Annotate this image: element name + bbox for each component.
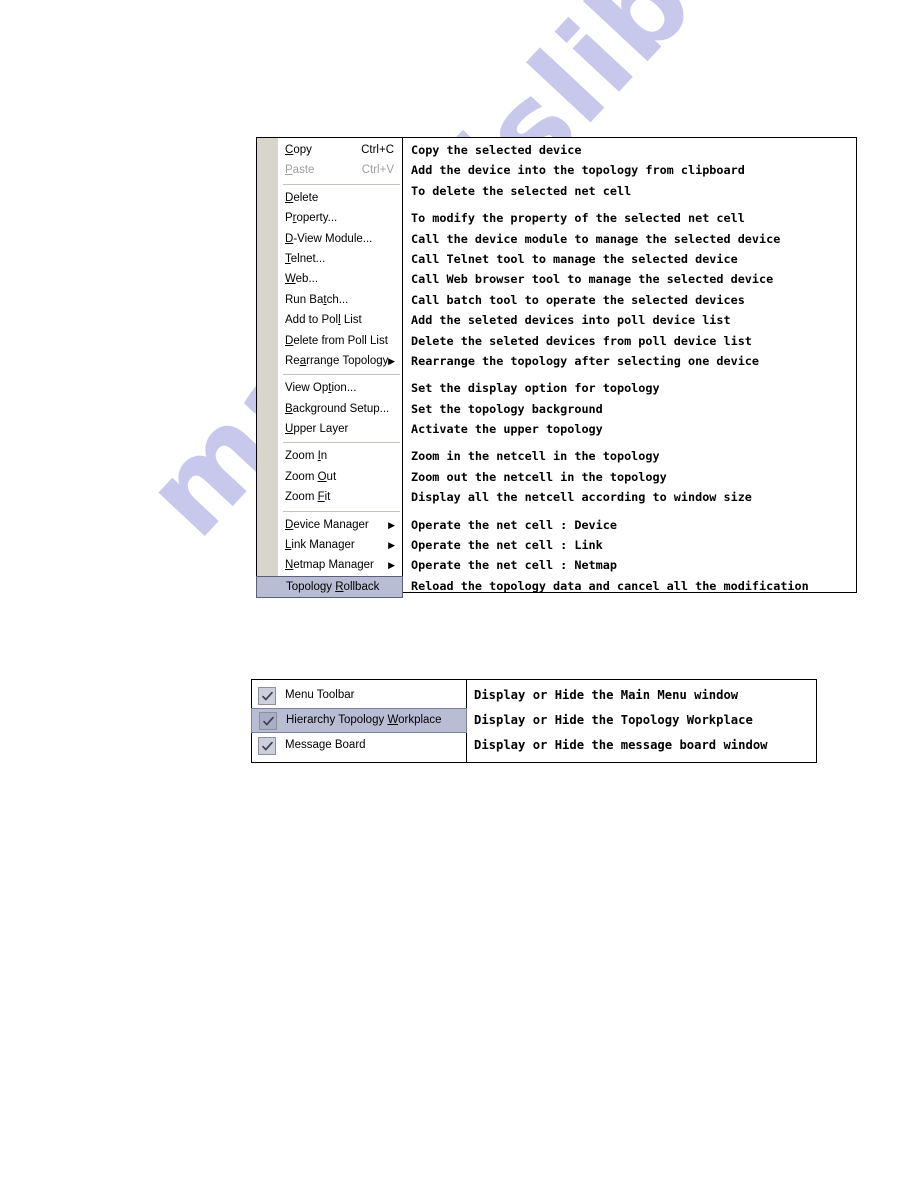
menu-separator <box>257 508 402 515</box>
menu-item-property[interactable]: Property... <box>257 208 402 228</box>
menu-item-description: Display all the netcell according to win… <box>411 490 752 505</box>
view-toggle-label: Hierarchy Topology Workplace <box>286 713 442 726</box>
menu-item-description: Rearrange the topology after selecting o… <box>411 353 760 368</box>
menu-item-netmap-manager[interactable]: Netmap Manager ▶ <box>257 555 402 575</box>
menu-separator <box>257 439 402 446</box>
menu-item-zoom-out[interactable]: Zoom Out <box>257 467 402 487</box>
menu-item-paste: Paste Ctrl+V <box>257 160 402 180</box>
menu-item-d-view-module[interactable]: D-View Module... <box>257 229 402 249</box>
menu-item-description: Call Telnet tool to manage the selected … <box>411 251 738 266</box>
menu-item-description: Zoom out the netcell in the topology <box>411 469 667 484</box>
view-toggle-menu-toolbar[interactable]: Menu Toolbar <box>252 683 466 708</box>
menu-item-description: Operate the net cell : Link <box>411 538 603 553</box>
menu-item-delete[interactable]: Delete <box>257 188 402 208</box>
menu-item-description: Activate the upper topology <box>411 422 603 437</box>
submenu-arrow-icon: ▶ <box>388 560 395 571</box>
menu-item-zoom-fit[interactable]: Zoom Fit <box>257 487 402 507</box>
menu-item-telnet[interactable]: Telnet... <box>257 249 402 269</box>
menu-item-description: Set the topology background <box>411 401 603 416</box>
menu-item-background-setup[interactable]: Background Setup... <box>257 399 402 419</box>
menu-item-label: Device Manager <box>285 518 369 531</box>
view-toggle-description: Display or Hide the message board window <box>474 738 768 752</box>
menu-item-description: Reload the topology data and cancel all … <box>411 578 809 592</box>
menu-item-label: Link Manager <box>285 539 355 552</box>
menu-item-description: Add the seleted devices into poll device… <box>411 313 731 328</box>
menu-item-label: Zoom Out <box>285 470 337 483</box>
menu-item-label: View Option... <box>285 382 357 395</box>
description-gap <box>403 371 856 378</box>
menu-item-topology-rollback[interactable]: Topology Rollback <box>256 575 403 598</box>
checkmark-icon[interactable] <box>259 711 277 730</box>
menu-item-label: D-View Module... <box>285 232 373 245</box>
menu-item-rearrange-topology[interactable]: Rearrange Topology ▶ <box>257 351 402 371</box>
menu-item-description: Call batch tool to operate the selected … <box>411 292 745 307</box>
menu-item-description: Set the display option for topology <box>411 381 660 396</box>
submenu-arrow-icon: ▶ <box>388 519 395 530</box>
menu-item-zoom-in[interactable]: Zoom In <box>257 446 402 466</box>
menu-item-description: Copy the selected device <box>411 143 582 157</box>
menu-item-device-manager[interactable]: Device Manager ▶ <box>257 515 402 535</box>
menu-item-link-manager[interactable]: Link Manager ▶ <box>257 535 402 555</box>
menu-separator <box>257 181 402 188</box>
menu-item-description: Add the device into the topology from cl… <box>411 163 745 178</box>
menu-item-label: Zoom Fit <box>285 491 331 504</box>
view-toggle-hierarchy-topology-workplace[interactable]: Hierarchy Topology Workplace <box>251 708 467 733</box>
menu-item-add-to-poll-list[interactable]: Add to Poll List <box>257 310 402 330</box>
menu-item-description: Call the device module to manage the sel… <box>411 231 781 246</box>
menu-item-label: Zoom In <box>285 450 328 463</box>
context-menu-column: Copy Ctrl+C Paste Ctrl+V Delete Property... D-… <box>256 138 403 598</box>
menu-item-label: Telnet... <box>285 252 326 265</box>
menu-item-description: Call Web browser tool to manage the sele… <box>411 272 774 287</box>
menu-item-web[interactable]: Web... <box>257 269 402 289</box>
view-toggle-message-board[interactable]: Message Board <box>252 733 466 758</box>
menu-item-label: Background Setup... <box>285 402 390 415</box>
menu-item-description: To delete the selected net cell <box>411 183 632 198</box>
view-menu-description-column: Display or Hide the Main Menu window Disp… <box>467 680 816 762</box>
context-menu-list: Copy Ctrl+C Paste Ctrl+V Delete Property... D-… <box>256 138 403 598</box>
menu-item-label: Web... <box>285 273 319 286</box>
menu-item-description: Operate the net cell : Device <box>411 517 617 532</box>
submenu-arrow-icon: ▶ <box>388 355 395 366</box>
menu-item-label: Property... <box>285 212 338 225</box>
view-menu-panel: Menu Toolbar Hierarchy Topology Workplace… <box>251 679 817 763</box>
view-toggle-description: Display or Hide the Topology Workplace <box>474 713 753 727</box>
menu-item-label: Run Batch... <box>285 293 349 306</box>
menu-item-upper-layer[interactable]: Upper Layer <box>257 419 402 439</box>
menu-item-delete-from-poll-list[interactable]: Delete from Poll List <box>257 331 402 351</box>
context-menu-description-column: Copy the selected device Add the device i… <box>403 138 856 592</box>
menu-item-label: Paste <box>285 164 315 177</box>
menu-item-run-batch[interactable]: Run Batch... <box>257 290 402 310</box>
context-menu-panel: Copy Ctrl+C Paste Ctrl+V Delete Property... D-… <box>256 137 857 598</box>
menu-item-view-option[interactable]: View Option... <box>257 378 402 398</box>
checkmark-icon[interactable] <box>258 736 276 755</box>
menu-item-copy[interactable]: Copy Ctrl+C <box>257 140 402 160</box>
menu-item-label: Add to Poll List <box>285 314 362 327</box>
menu-item-description: Delete the seleted devices from poll dev… <box>411 333 752 348</box>
menu-item-label: Copy <box>285 144 312 156</box>
description-gap <box>403 439 856 446</box>
menu-item-shortcut: Ctrl+C <box>361 144 394 156</box>
menu-item-label: Rearrange Topology <box>285 354 389 367</box>
checkmark-icon[interactable] <box>258 686 276 705</box>
menu-item-label: Topology Rollback <box>286 580 380 593</box>
menu-item-shortcut: Ctrl+V <box>361 164 394 177</box>
description-gap <box>403 508 856 515</box>
submenu-arrow-icon: ▶ <box>388 540 395 551</box>
menu-item-label: Delete <box>285 191 319 204</box>
menu-item-description: To modify the property of the selected n… <box>411 211 745 226</box>
menu-item-description: Zoom in the netcell in the topology <box>411 449 660 464</box>
description-gap <box>403 201 856 208</box>
view-toggle-label: Menu Toolbar <box>285 688 355 701</box>
menu-item-label: Delete from Poll List <box>285 334 388 347</box>
menu-item-description: Operate the net cell : Netmap <box>411 558 617 573</box>
menu-separator <box>257 371 402 378</box>
view-toggle-label: Message Board <box>285 738 366 751</box>
menu-item-label: Upper Layer <box>285 423 349 436</box>
view-toggle-description: Display or Hide the Main Menu window <box>474 688 739 702</box>
menu-item-label: Netmap Manager <box>285 559 374 572</box>
view-menu-checkbox-column: Menu Toolbar Hierarchy Topology Workplace… <box>251 680 467 762</box>
